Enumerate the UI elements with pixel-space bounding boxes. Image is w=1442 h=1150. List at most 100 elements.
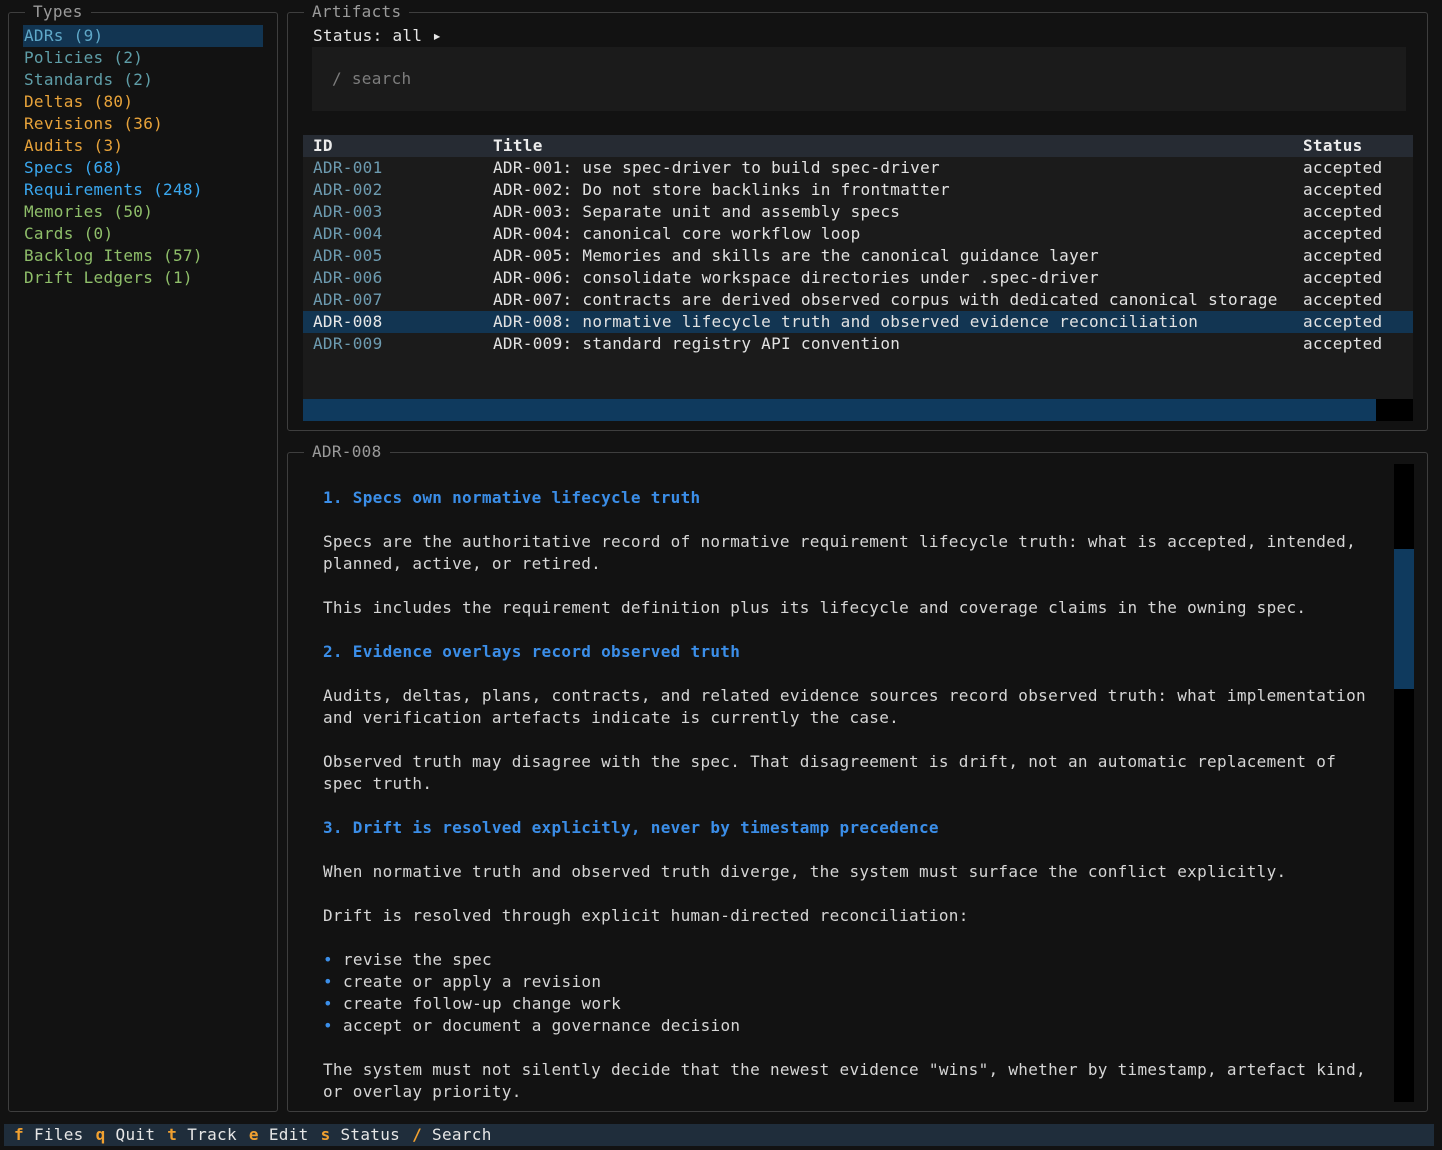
footer-key: q xyxy=(95,1125,106,1144)
footer-hint[interactable]: s Status xyxy=(311,1125,403,1144)
status-filter[interactable]: Status: all ▸ xyxy=(313,25,442,47)
bullet-icon: • xyxy=(323,950,333,969)
artifacts-panel: Artifacts Status: all ▸ / search ID Titl… xyxy=(287,1,1428,431)
table-row[interactable]: ADR-004 ADR-004: canonical core workflow … xyxy=(303,223,1413,245)
types-item[interactable]: Backlog Items (57) xyxy=(23,245,263,267)
cell-id: ADR-007 xyxy=(313,290,383,309)
cell-status: accepted xyxy=(1303,334,1383,353)
types-item[interactable]: Standards (2) xyxy=(23,69,263,91)
cell-title: ADR-009: standard registry API conventio… xyxy=(493,334,901,353)
footer-key: s xyxy=(320,1125,331,1144)
footer-label: Status xyxy=(340,1125,401,1144)
column-header-title[interactable]: Title xyxy=(493,135,543,157)
bullet-icon: • xyxy=(323,1016,333,1035)
footer-hint[interactable]: q Quit xyxy=(86,1125,158,1144)
cell-title: ADR-008: normative lifecycle truth and o… xyxy=(493,312,1199,331)
bullet-text: create follow-up change work xyxy=(343,994,622,1013)
types-item[interactable]: Audits (3) xyxy=(23,135,263,157)
footer-label: Files xyxy=(33,1125,84,1144)
cell-id: ADR-006 xyxy=(313,268,383,287)
footer-label: Quit xyxy=(115,1125,156,1144)
footer-key: e xyxy=(248,1125,259,1144)
cell-status: accepted xyxy=(1303,268,1383,287)
types-item[interactable]: Memories (50) xyxy=(23,201,263,223)
footer-label: Search xyxy=(432,1125,492,1144)
bullet-list: • revise the spec • create or apply a revis… xyxy=(323,949,1383,1037)
types-item[interactable]: Revisions (36) xyxy=(23,113,263,135)
search-input[interactable]: / search xyxy=(312,47,1406,111)
table-body: ADR-001 ADR-001: use spec-driver to build… xyxy=(303,157,1413,355)
detail-panel: ADR-008 1. Specs own normative lifecycle… xyxy=(287,441,1428,1112)
types-item[interactable]: Cards (0) xyxy=(23,223,263,245)
horizontal-scrollbar-thumb[interactable] xyxy=(303,399,1377,421)
paragraph: Specs are the authoritative record of no… xyxy=(323,532,1357,551)
footer-label: Edit xyxy=(268,1125,309,1144)
types-item[interactable]: Drift Ledgers (1) xyxy=(23,267,263,289)
cell-id: ADR-009 xyxy=(313,334,383,353)
vertical-scrollbar[interactable] xyxy=(1394,464,1414,1102)
paragraph: Audits, deltas, plans, contracts, and re… xyxy=(323,686,1366,705)
document-content: 1. Specs own normative lifecycle truth S… xyxy=(323,487,1383,1103)
footer-hint[interactable]: t Track xyxy=(157,1125,239,1144)
types-item[interactable]: ADRs (9) xyxy=(23,25,263,47)
table-row[interactable]: ADR-001 ADR-001: use spec-driver to build… xyxy=(303,157,1413,179)
bullet-item: • create follow-up change work xyxy=(323,993,1383,1015)
bullet-item: • revise the spec xyxy=(323,949,1383,971)
vertical-scrollbar-thumb[interactable] xyxy=(1394,549,1414,689)
table-header: ID Title Status xyxy=(303,135,1413,157)
bullet-text: accept or document a governance decision xyxy=(343,1016,741,1035)
cell-id: ADR-004 xyxy=(313,224,383,243)
types-item[interactable]: Deltas (80) xyxy=(23,91,263,113)
paragraph: When normative truth and observed truth … xyxy=(323,862,1287,881)
cell-title: ADR-001: use spec-driver to build spec-d… xyxy=(493,158,940,177)
cell-id: ADR-003 xyxy=(313,202,383,221)
table-row[interactable]: ADR-002 ADR-002: Do not store backlinks i… xyxy=(303,179,1413,201)
paragraph: The system must not silently decide that… xyxy=(323,1060,1366,1079)
column-header-id[interactable]: ID xyxy=(313,135,333,157)
bullet-item: • create or apply a revision xyxy=(323,971,1383,993)
types-item[interactable]: Requirements (248) xyxy=(23,179,263,201)
cell-id: ADR-005 xyxy=(313,246,383,265)
paragraph: Drift is resolved through explicit human… xyxy=(323,906,969,925)
cell-status: accepted xyxy=(1303,180,1383,199)
footer-hint[interactable]: / Search xyxy=(402,1125,494,1144)
paragraph: and verification artefacts indicate is c… xyxy=(323,708,900,727)
types-panel-title: Types xyxy=(25,1,91,23)
table-row[interactable]: ADR-003 ADR-003: Separate unit and assemb… xyxy=(303,201,1413,223)
artifacts-panel-title: Artifacts xyxy=(304,1,410,23)
table-row[interactable]: ADR-009 ADR-009: standard registry API co… xyxy=(303,333,1413,355)
cell-title: ADR-002: Do not store backlinks in front… xyxy=(493,180,950,199)
bullet-icon: • xyxy=(323,994,333,1013)
section-heading: 3. Drift is resolved explicitly, never b… xyxy=(323,818,939,837)
table-row[interactable]: ADR-007 ADR-007: contracts are derived ob… xyxy=(303,289,1413,311)
horizontal-scrollbar[interactable] xyxy=(303,399,1413,421)
cell-title: ADR-007: contracts are derived observed … xyxy=(493,290,1278,309)
detail-panel-title: ADR-008 xyxy=(304,441,390,463)
column-header-status[interactable]: Status xyxy=(1303,135,1363,157)
paragraph: spec truth. xyxy=(323,774,433,793)
cell-title: ADR-003: Separate unit and assembly spec… xyxy=(493,202,901,221)
section-heading: 2. Evidence overlays record observed tru… xyxy=(323,642,741,661)
paragraph: This includes the requirement definition… xyxy=(323,598,1307,617)
table-row[interactable]: ADR-005 ADR-005: Memories and skills are … xyxy=(303,245,1413,267)
paragraph: Observed truth may disagree with the spe… xyxy=(323,752,1337,771)
artifacts-table: ID Title Status ADR-001 ADR-001: use spec… xyxy=(303,135,1413,421)
footer-hint[interactable]: e Edit xyxy=(239,1125,311,1144)
cell-status: accepted xyxy=(1303,312,1383,331)
table-row[interactable]: ADR-008 ADR-008: normative lifecycle trut… xyxy=(303,311,1413,333)
cell-id: ADR-002 xyxy=(313,180,383,199)
types-item[interactable]: Specs (68) xyxy=(23,157,263,179)
cell-title: ADR-004: canonical core workflow loop xyxy=(493,224,861,243)
cell-title: ADR-005: Memories and skills are the can… xyxy=(493,246,1099,265)
types-item[interactable]: Policies (2) xyxy=(23,47,263,69)
footer-key: t xyxy=(167,1125,178,1144)
paragraph: or overlay priority. xyxy=(323,1082,522,1101)
table-row[interactable]: ADR-006 ADR-006: consolidate workspace di… xyxy=(303,267,1413,289)
cell-status: accepted xyxy=(1303,290,1383,309)
footer-key: / xyxy=(412,1125,423,1144)
footer-label: Track xyxy=(187,1125,237,1144)
footer-hint[interactable]: f Files xyxy=(4,1125,86,1144)
cell-title: ADR-006: consolidate workspace directori… xyxy=(493,268,1099,287)
types-list: ADRs (9) Policies (2) Standards (2) Deltas … xyxy=(23,25,263,289)
paragraph: planned, active, or retired. xyxy=(323,554,602,573)
